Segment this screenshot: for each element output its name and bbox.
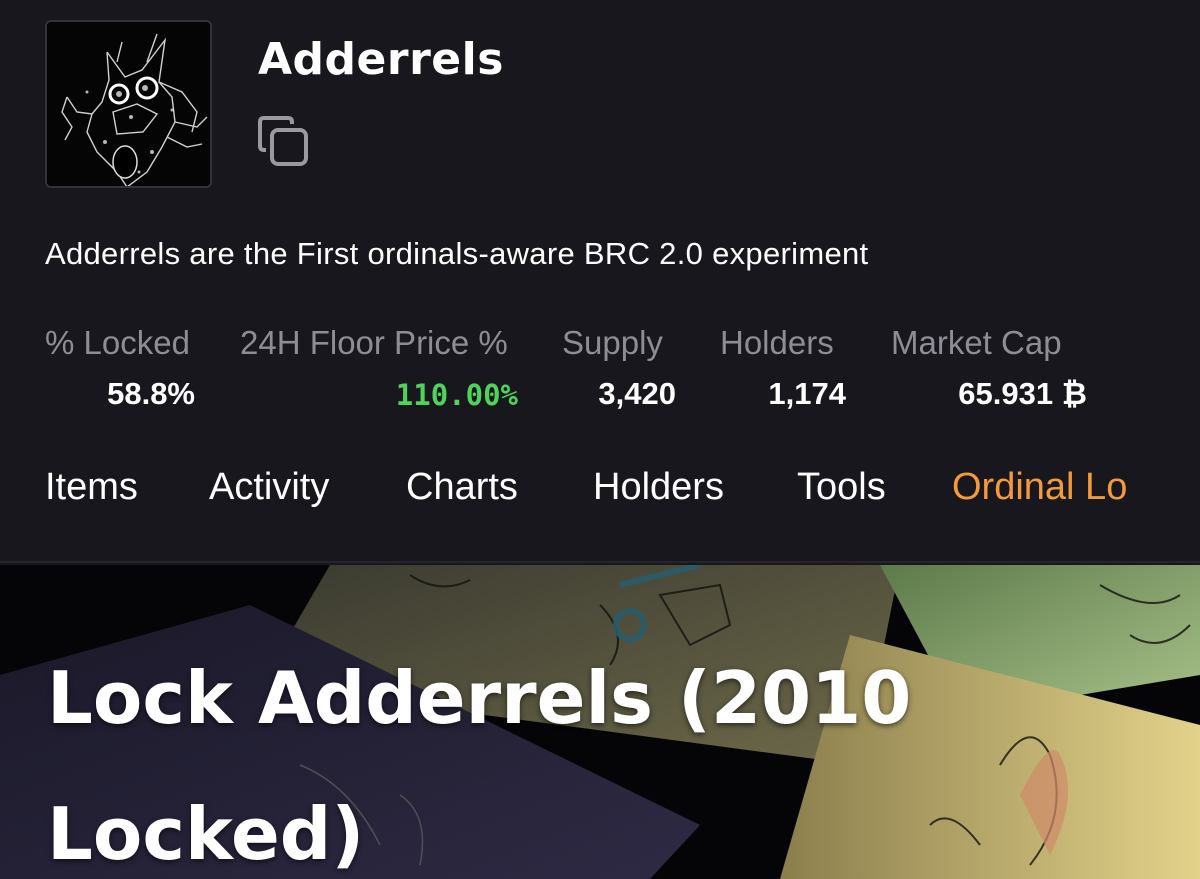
tab-items[interactable]: Items <box>45 466 138 509</box>
lock-heading: Lock Adderrels (2010 Locked) <box>47 656 912 876</box>
collection-avatar <box>45 20 212 188</box>
stat-label: 24H Floor Price % <box>240 324 508 361</box>
collection-header: Adderrels Adderrels are the First ordina… <box>0 0 1200 563</box>
stat-label: % Locked <box>45 324 190 361</box>
squirrel-avatar-art <box>47 22 210 186</box>
copy-icon <box>258 116 308 166</box>
stat-value: 58.8% <box>107 376 195 411</box>
tab-activity[interactable]: Activity <box>209 466 329 509</box>
tab-ordinal-lock[interactable]: Ordinal Lo <box>952 466 1157 509</box>
stat-label: Supply <box>562 324 663 361</box>
stat-value: 65.931 ₿ <box>958 376 1087 411</box>
copy-button[interactable] <box>256 112 314 170</box>
tab-holders[interactable]: Holders <box>593 466 724 509</box>
collection-title: Adderrels <box>258 34 504 85</box>
stat-label: Market Cap <box>891 324 1062 361</box>
tab-charts[interactable]: Charts <box>406 466 518 509</box>
stat-value: 110.00% <box>395 378 518 412</box>
stat-label: Holders <box>720 324 834 361</box>
stat-value: 1,174 <box>768 376 846 411</box>
collection-description: Adderrels are the First ordinals-aware B… <box>45 236 869 271</box>
stat-value: 3,420 <box>598 376 676 411</box>
tab-tools[interactable]: Tools <box>797 466 886 509</box>
